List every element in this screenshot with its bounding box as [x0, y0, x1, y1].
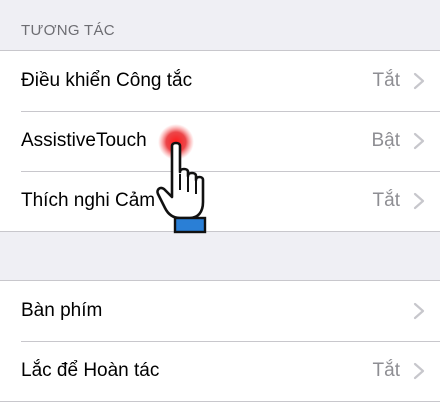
section-header-interaction: TƯƠNG TÁC — [21, 22, 115, 39]
row-switch-control[interactable]: Điều khiển Công tắc Tắt — [0, 51, 440, 111]
chevron-right-icon — [412, 301, 426, 321]
row-value: Bật — [371, 130, 400, 151]
row-label: Thích nghi Cảm ứng — [21, 190, 195, 211]
settings-screen: TƯƠNG TÁC Điều khiển Công tắc Tắt Assist… — [0, 0, 440, 402]
row-value: Tắt — [372, 70, 400, 91]
row-label: Lắc để Hoàn tác — [21, 360, 160, 381]
row-shake-to-undo[interactable]: Lắc để Hoàn tác Tắt — [0, 341, 440, 401]
row-keyboard[interactable]: Bàn phím — [0, 281, 440, 341]
interaction-group: Điều khiển Công tắc Tắt AssistiveTouch B… — [0, 50, 440, 232]
row-value: Tắt — [372, 360, 400, 381]
chevron-right-icon — [412, 71, 426, 91]
row-value: Tắt — [372, 190, 400, 211]
row-touch-accommodations[interactable]: Thích nghi Cảm ứng Tắt — [0, 171, 440, 231]
keyboard-group: Bàn phím Lắc để Hoàn tác Tắt — [0, 280, 440, 402]
row-assistivetouch[interactable]: AssistiveTouch Bật — [0, 111, 440, 171]
row-label: Điều khiển Công tắc — [21, 70, 193, 91]
row-label: AssistiveTouch — [21, 130, 147, 151]
row-label: Bàn phím — [21, 300, 103, 321]
chevron-right-icon — [412, 191, 426, 211]
chevron-right-icon — [412, 131, 426, 151]
chevron-right-icon — [412, 361, 426, 381]
